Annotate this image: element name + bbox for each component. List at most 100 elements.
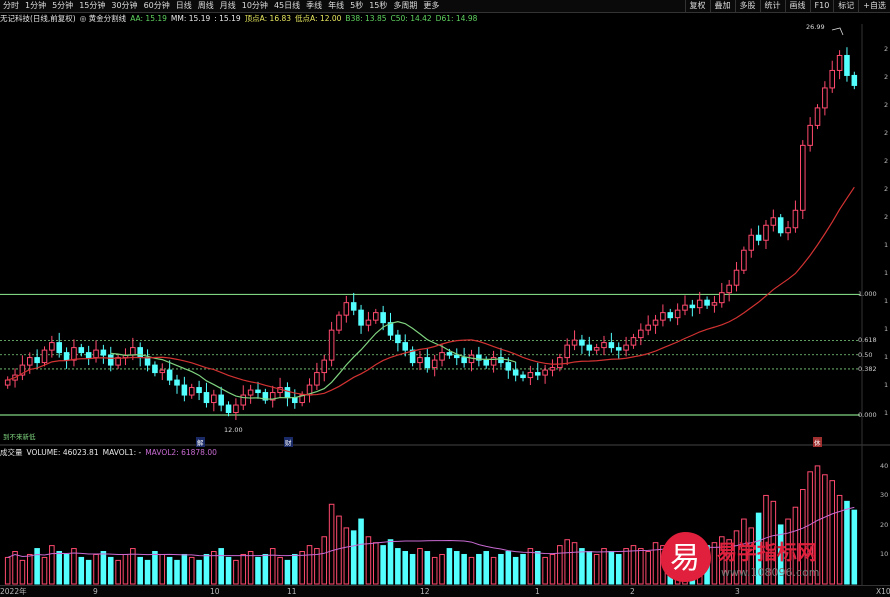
candle-46[interactable] <box>343 302 350 316</box>
candle-89[interactable] <box>660 312 666 321</box>
candle-61[interactable] <box>453 354 460 359</box>
volume-bar-57[interactable] <box>424 551 431 585</box>
volume-bar-43[interactable] <box>321 536 328 585</box>
candle-13[interactable] <box>100 349 107 356</box>
event-badge-2[interactable]: 财 <box>284 437 293 447</box>
candle-69[interactable] <box>512 369 519 376</box>
candle-34[interactable] <box>255 389 261 394</box>
volume-bar-39[interactable] <box>292 553 298 585</box>
candle-45[interactable] <box>336 314 342 331</box>
volume-bar-48[interactable] <box>358 518 364 585</box>
candle-14[interactable] <box>107 354 114 366</box>
volume-bar-12[interactable] <box>93 553 99 585</box>
volume-bar-56[interactable] <box>417 548 423 585</box>
candle-42[interactable] <box>314 372 320 386</box>
volume-bar-22[interactable] <box>166 556 173 585</box>
candle-27[interactable] <box>203 392 210 404</box>
candle-73[interactable] <box>542 369 548 376</box>
volume-bar-44[interactable] <box>328 503 335 585</box>
volume-bar-46[interactable] <box>343 527 350 585</box>
candle-18[interactable] <box>137 347 143 359</box>
candle-77[interactable] <box>571 339 578 346</box>
candle-53[interactable] <box>395 334 401 344</box>
candle-90[interactable] <box>667 312 674 319</box>
volume-bar-4[interactable] <box>34 548 40 585</box>
candle-57[interactable] <box>424 357 431 369</box>
volume-bar-54[interactable] <box>402 551 409 585</box>
candle-48[interactable] <box>358 309 364 326</box>
candle-60[interactable] <box>446 352 453 356</box>
candle-0[interactable] <box>4 379 11 386</box>
candle-32[interactable] <box>240 394 247 406</box>
candle-94[interactable] <box>696 299 703 309</box>
volume-bar-68[interactable] <box>505 551 512 585</box>
volume-bar-11[interactable] <box>85 559 92 585</box>
volume-bar-35[interactable] <box>262 553 269 585</box>
volume-bar-61[interactable] <box>453 551 460 585</box>
volume-bar-10[interactable] <box>78 556 85 585</box>
volume-bar-18[interactable] <box>137 556 143 585</box>
candle-24[interactable] <box>181 384 188 396</box>
volume-bar-2[interactable] <box>19 559 26 585</box>
candle-33[interactable] <box>247 389 254 396</box>
candle-79[interactable] <box>586 344 593 351</box>
volume-bar-21[interactable] <box>159 553 166 585</box>
candle-113[interactable] <box>836 54 843 71</box>
volume-bar-40[interactable] <box>299 551 305 585</box>
candle-112[interactable] <box>829 69 836 89</box>
candle-49[interactable] <box>365 319 372 326</box>
candle-93[interactable] <box>689 304 696 309</box>
volume-bar-69[interactable] <box>512 556 519 585</box>
volume-bar-30[interactable] <box>225 556 232 585</box>
candle-7[interactable] <box>56 342 62 354</box>
candle-56[interactable] <box>417 357 423 364</box>
candle-109[interactable] <box>807 124 813 146</box>
candle-12[interactable] <box>93 349 99 359</box>
volume-bar-14[interactable] <box>107 556 114 585</box>
candle-51[interactable] <box>380 312 386 324</box>
volume-bar-19[interactable] <box>144 559 151 585</box>
volume-bar-25[interactable] <box>188 556 195 585</box>
candle-72[interactable] <box>534 372 541 376</box>
candle-104[interactable] <box>770 217 777 226</box>
volume-bar-72[interactable] <box>534 551 541 585</box>
volume-bar-74[interactable] <box>549 553 556 585</box>
candle-68[interactable] <box>505 362 512 371</box>
volume-bar-9[interactable] <box>71 548 77 585</box>
candle-84[interactable] <box>623 344 629 351</box>
volume-bar-53[interactable] <box>395 548 401 585</box>
candle-22[interactable] <box>166 369 173 381</box>
candle-100[interactable] <box>741 249 747 271</box>
volume-bar-64[interactable] <box>476 553 482 585</box>
candle-20[interactable] <box>152 364 158 374</box>
volume-bar-62[interactable] <box>461 553 467 585</box>
volume-bar-52[interactable] <box>387 539 394 585</box>
candle-83[interactable] <box>615 347 622 351</box>
kline-chart[interactable] <box>0 0 890 585</box>
volume-bar-51[interactable] <box>380 545 386 585</box>
candle-8[interactable] <box>63 352 70 361</box>
volume-bar-23[interactable] <box>174 559 180 585</box>
candle-111[interactable] <box>822 87 828 109</box>
volume-bar-0[interactable] <box>4 556 11 585</box>
candle-110[interactable] <box>814 107 821 126</box>
volume-bar-13[interactable] <box>100 551 107 585</box>
candle-91[interactable] <box>674 309 681 319</box>
volume-bar-7[interactable] <box>56 551 62 585</box>
volume-bar-73[interactable] <box>542 556 548 585</box>
volume-bar-50[interactable] <box>373 542 379 585</box>
volume-bar-70[interactable] <box>520 553 526 585</box>
volume-bar-59[interactable] <box>439 553 445 585</box>
candle-99[interactable] <box>733 269 740 286</box>
candle-43[interactable] <box>321 359 328 374</box>
volume-bar-32[interactable] <box>240 553 247 585</box>
candle-58[interactable] <box>431 359 438 369</box>
volume-bar-28[interactable] <box>211 551 217 585</box>
candle-50[interactable] <box>373 312 379 321</box>
candle-28[interactable] <box>211 394 217 404</box>
volume-bar-26[interactable] <box>196 559 202 585</box>
volume-bar-87[interactable] <box>645 551 651 585</box>
volume-bar-84[interactable] <box>623 548 629 585</box>
candle-85[interactable] <box>630 337 637 346</box>
candle-10[interactable] <box>78 347 85 354</box>
